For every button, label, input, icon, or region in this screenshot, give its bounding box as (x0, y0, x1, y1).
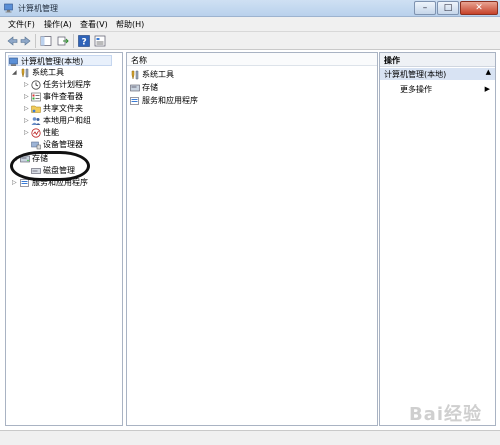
tree-item-local-users[interactable]: 本地用户和组 (31, 115, 91, 126)
title-bar: 计算机管理 – □ ✕ (0, 0, 500, 17)
storage-icon (130, 84, 140, 91)
tools-icon (21, 68, 29, 77)
services-icon (130, 96, 139, 105)
collapse-arrow-icon[interactable]: ◢ (12, 69, 17, 76)
users-icon (31, 116, 41, 125)
toolbar-separator (73, 34, 74, 48)
properties-icon[interactable] (94, 35, 106, 47)
tree-item-task-scheduler[interactable]: 任务计划程序 (31, 79, 91, 90)
tree-item-label: 性能 (43, 128, 59, 137)
tree-item-label: 系统工具 (32, 68, 64, 77)
menu-action[interactable]: 操作(A) (44, 19, 72, 30)
back-arrow-icon[interactable] (6, 35, 18, 47)
watermark: Bai经验 (408, 404, 482, 425)
clock-icon (31, 79, 41, 90)
actions-header-label: 操作 (384, 56, 400, 65)
expand-arrow-icon[interactable]: ▷ (24, 81, 29, 88)
tree-item-label: 共享文件夹 (43, 104, 83, 113)
expand-arrow-icon[interactable]: ▷ (24, 93, 29, 100)
minimize-icon: – (422, 3, 428, 13)
expand-arrow-icon[interactable]: ▷ (24, 105, 29, 112)
tree-item-system-tools[interactable]: 系统工具 (20, 67, 64, 78)
actions-pane: 操作 计算机管理(本地) ▲ 更多操作 ▶ (379, 52, 496, 426)
help-icon[interactable]: ? (78, 35, 90, 47)
tree-item-root[interactable]: 计算机管理(本地) (8, 55, 112, 66)
tree-item-label: 任务计划程序 (43, 80, 91, 89)
computer-management-icon (4, 3, 13, 13)
close-icon: ✕ (475, 3, 483, 13)
more-actions-item[interactable]: 更多操作 (400, 84, 432, 95)
actions-header: 操作 (380, 53, 495, 67)
tree-item-label: 设备管理器 (43, 140, 83, 149)
column-name-header: 名称 (131, 56, 147, 65)
performance-icon (31, 127, 41, 138)
close-button[interactable]: ✕ (460, 1, 498, 15)
device-manager-icon (31, 141, 41, 149)
event-viewer-icon (31, 92, 41, 101)
results-pane: 名称 系统工具 存储 服务和应用程序 (126, 52, 378, 426)
more-actions-label: 更多操作 (400, 85, 432, 94)
svg-text:?: ? (82, 38, 87, 48)
tree-item-root-label: 计算机管理(本地) (21, 57, 84, 66)
list-item-label: 存储 (142, 83, 158, 92)
annotation-highlight-ring (10, 151, 90, 181)
shared-folder-icon (31, 105, 41, 113)
menu-file[interactable]: 文件(F) (8, 19, 35, 30)
tools-icon (131, 70, 139, 79)
computer-management-icon (9, 57, 18, 66)
toolbar-separator (35, 34, 36, 48)
tree-item-label: 本地用户和组 (43, 116, 91, 125)
menu-bar: 文件(F) 操作(A) 查看(V) 帮助(H) (0, 17, 500, 32)
tree-item-performance[interactable]: 性能 (31, 127, 59, 138)
expand-arrow-icon[interactable]: ▷ (12, 179, 17, 186)
menu-help[interactable]: 帮助(H) (116, 19, 144, 30)
window-controls: – □ ✕ (413, 1, 498, 16)
forward-arrow-icon[interactable] (20, 35, 32, 47)
list-item-label: 服务和应用程序 (142, 96, 198, 105)
list-item[interactable]: 系统工具 (130, 69, 174, 80)
list-item[interactable]: 服务和应用程序 (130, 95, 198, 106)
submenu-arrow-icon: ▶ (484, 85, 490, 93)
status-bar (0, 430, 500, 445)
tree-item-label: 事件查看器 (43, 92, 83, 101)
list-item-label: 系统工具 (142, 70, 174, 79)
tree-item-event-viewer[interactable]: 事件查看器 (31, 91, 83, 102)
maximize-icon: □ (443, 3, 453, 13)
actions-section-title-label: 计算机管理(本地) (384, 70, 447, 79)
toolbar: ? (0, 32, 500, 50)
expand-arrow-icon[interactable]: ▷ (24, 117, 29, 124)
maximize-button[interactable]: □ (437, 1, 459, 15)
list-item[interactable]: 存储 (130, 82, 158, 93)
column-header[interactable]: 名称 (127, 53, 377, 66)
actions-section-title[interactable]: 计算机管理(本地) ▲ (380, 68, 495, 80)
menu-view[interactable]: 查看(V) (80, 19, 108, 30)
collapse-up-icon[interactable]: ▲ (486, 68, 491, 76)
show-hide-console-tree-icon[interactable] (40, 35, 52, 47)
console-tree: 计算机管理(本地) ◢ 系统工具 ▷ 任务计划程序 ▷ 事件查看器 ▷ 共享文件… (5, 52, 123, 426)
minimize-button[interactable]: – (414, 1, 436, 15)
tree-item-device-manager[interactable]: 设备管理器 (31, 139, 83, 150)
export-list-icon[interactable] (57, 35, 69, 47)
window-title: 计算机管理 (18, 4, 58, 13)
expand-arrow-icon[interactable]: ▷ (24, 129, 29, 136)
tree-item-shared-folders[interactable]: 共享文件夹 (31, 103, 83, 114)
